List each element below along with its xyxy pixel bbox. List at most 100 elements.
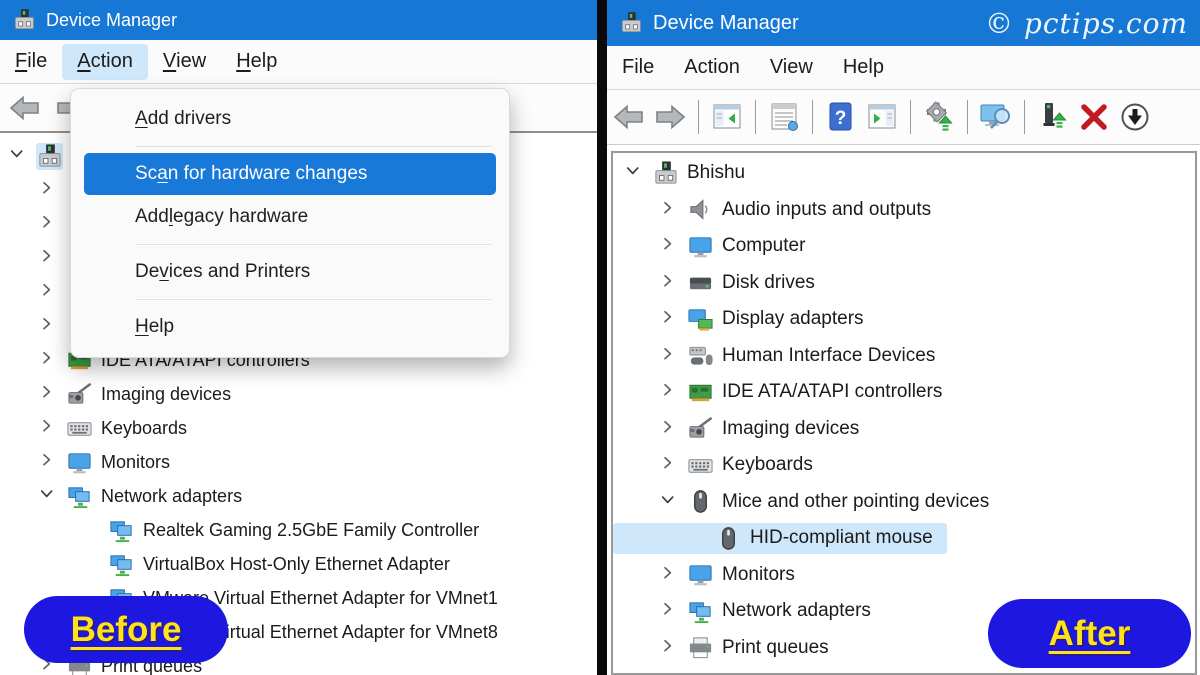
chevron-right-icon[interactable] [36,245,62,271]
display-adapter-icon [687,306,714,333]
imaging-device-icon [66,381,93,408]
chevron-down-icon[interactable] [622,160,648,186]
tree-row[interactable]: Imaging devices [613,411,1195,448]
tree-row[interactable]: Monitors [0,445,597,479]
toolbar: ? [607,90,1200,145]
watermark-text: © pctips.com [985,7,1188,40]
menu-view[interactable]: View [755,50,828,86]
chevron-right-icon[interactable] [657,233,683,259]
chevron-right-icon[interactable] [657,416,683,442]
keyboard-icon [687,452,714,479]
back-arrow-icon[interactable] [612,100,646,134]
properties-icon[interactable] [767,100,801,134]
tree-item-label: Disk drives [722,272,815,294]
chevron-right-icon[interactable] [657,306,683,332]
tree-item-label: IDE ATA/ATAPI controllers [722,381,942,403]
tree-row[interactable]: HID-compliant mouse [613,520,1195,557]
menu-action[interactable]: Action [669,50,755,86]
tree-row[interactable]: Human Interface Devices [613,338,1195,375]
tree-item-label: Network adapters [101,486,242,507]
chevron-right-icon[interactable] [657,635,683,661]
toolbar-separator [967,100,968,134]
update-driver-icon[interactable] [922,100,956,134]
chevron-right-icon[interactable] [36,415,62,441]
chevron-down-icon[interactable] [657,489,683,515]
chevron-right-icon[interactable] [657,562,683,588]
device-tree: Bhishu Audio inputs and outputs Computer Di… [613,155,1195,666]
tree-row[interactable]: IDE ATA/ATAPI controllers [613,374,1195,411]
chevron-down-icon[interactable] [36,483,62,509]
chevron-right-icon[interactable] [36,347,62,373]
tree-row[interactable]: Realtek Gaming 2.5GbE Family Controller [0,513,597,547]
tree-row[interactable]: Imaging devices [0,377,597,411]
selected-tree-item[interactable]: HID-compliant mouse [613,523,947,554]
title-bar: Device Manager © pctips.com [607,0,1200,46]
after-badge: After [988,599,1191,668]
menu-view[interactable]: View [148,44,221,80]
tree-row[interactable]: Computer [613,228,1195,265]
tree-row[interactable]: Network adapters [0,479,597,513]
chevron-right-icon[interactable] [36,177,62,203]
menu-item-scan-for-hardware-changes[interactable]: Scan for hardware changes [84,153,496,195]
keyboard-icon [66,415,93,442]
scan-hardware-changes-icon[interactable] [979,100,1013,134]
chevron-right-icon[interactable] [36,279,62,305]
chevron-right-icon[interactable] [657,452,683,478]
monitor-icon [687,561,714,588]
split-divider [597,0,607,675]
chevron-right-icon[interactable] [657,379,683,405]
chevron-down-icon[interactable] [6,143,32,169]
ide-controller-icon [687,379,714,406]
tree-row[interactable]: Keyboards [613,447,1195,484]
network-adapter-icon [108,551,135,578]
menu-item-add-drivers[interactable]: Add drivers [84,98,496,140]
menu-file[interactable]: File [607,50,669,86]
tree-item-label: Network adapters [722,600,871,622]
toolbar-separator [910,100,911,134]
tree-item-label: Realtek Gaming 2.5GbE Family Controller [143,520,479,541]
menu-help[interactable]: Help [828,50,899,86]
chevron-right-icon[interactable] [36,449,62,475]
forward-arrow-icon[interactable] [653,100,687,134]
chevron-right-icon[interactable] [36,381,62,407]
disk-drive-icon [687,269,714,296]
chevron-right-icon[interactable] [36,313,62,339]
tree-row[interactable]: Monitors [613,557,1195,594]
tree-item-label: VirtualBox Host-Only Ethernet Adapter [143,554,450,575]
tree-item-label: Imaging devices [722,418,859,440]
tree-item-label: Display adapters [722,308,864,330]
help-icon[interactable]: ? [824,100,858,134]
menu-item-devices-and-printers[interactable]: Devices and Printers [84,251,496,293]
chevron-right-icon[interactable] [36,211,62,237]
back-arrow-icon[interactable] [8,91,42,125]
menu-item-add-legacy-hardware[interactable]: Add legacy hardware [84,196,496,238]
before-after-comparison: Device Manager FileActionViewHelp IDE AT… [0,0,1200,675]
action-pane-icon[interactable] [865,100,899,134]
tree-item-label: Audio inputs and outputs [722,199,931,221]
chevron-right-icon[interactable] [657,270,683,296]
tree-item-label: Human Interface Devices [722,345,935,367]
show-console-tree-icon[interactable] [710,100,744,134]
tree-item-label: Bhishu [687,162,745,184]
tree-row[interactable]: Audio inputs and outputs [613,192,1195,229]
window-title: Device Manager [46,10,177,31]
tree-row[interactable]: Bhishu [613,155,1195,192]
menu-action[interactable]: Action [62,44,148,80]
menu-file[interactable]: File [0,44,62,80]
tree-row[interactable]: Display adapters [613,301,1195,338]
menu-bar: FileActionViewHelp [607,46,1200,90]
disable-device-icon[interactable] [1118,100,1152,134]
mouse-icon [715,525,742,552]
tree-row[interactable]: Mice and other pointing devices [613,484,1195,521]
chevron-right-icon[interactable] [657,598,683,624]
tree-row[interactable]: Keyboards [0,411,597,445]
chevron-right-icon[interactable] [657,197,683,223]
chevron-right-icon[interactable] [657,343,683,369]
tree-row[interactable]: VirtualBox Host-Only Ethernet Adapter [0,547,597,581]
menu-help[interactable]: Help [221,44,292,80]
tree-row[interactable]: Disk drives [613,265,1195,302]
menu-item-help[interactable]: Help [84,306,496,348]
uninstall-device-icon[interactable] [1077,100,1111,134]
device-software-update-icon[interactable] [1036,100,1070,134]
title-bar: Device Manager [0,0,597,40]
